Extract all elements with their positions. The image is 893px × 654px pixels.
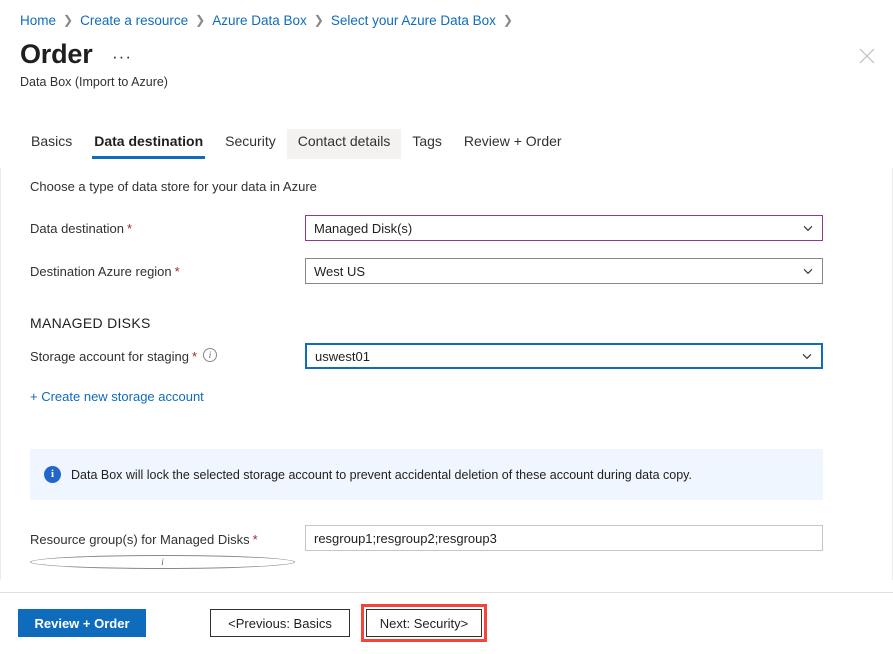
tab-label: Basics <box>31 133 72 149</box>
required-indicator: * <box>175 263 180 281</box>
page-title: Order <box>20 37 93 71</box>
resource-groups-input[interactable]: resgroup1;resgroup2;resgroup3 <box>305 525 823 551</box>
tab-label: Data destination <box>94 133 203 149</box>
wizard-tabs: Basics Data destination Security Contact… <box>20 129 573 161</box>
chevron-down-icon <box>801 350 813 362</box>
next-security-button[interactable]: Next: Security> <box>366 609 482 637</box>
storage-account-dropdown[interactable]: uswest01 <box>305 343 823 369</box>
tab-label: Contact details <box>298 133 391 149</box>
info-icon[interactable]: i <box>203 348 217 362</box>
azure-portal-blade: Home ❯ Create a resource ❯ Azure Data Bo… <box>0 0 893 654</box>
breadcrumb-item-select-your-azure-data-box[interactable]: Select your Azure Data Box <box>331 13 496 28</box>
dropdown-value: uswest01 <box>315 349 797 364</box>
field-label-text: Data destination <box>30 220 124 238</box>
breadcrumb-item-home[interactable]: Home <box>20 13 56 28</box>
field-label-text: Resource group(s) for Managed Disks <box>30 531 250 549</box>
required-indicator: * <box>127 220 132 238</box>
tab-data-destination[interactable]: Data destination <box>83 129 214 159</box>
tab-security[interactable]: Security <box>214 129 287 159</box>
dropdown-value: West US <box>314 264 798 279</box>
info-icon[interactable]: i <box>30 555 295 569</box>
label-data-destination: Data destination * <box>30 220 132 238</box>
tab-review-order[interactable]: Review + Order <box>453 129 573 159</box>
tab-label: Review + Order <box>464 133 562 149</box>
review-order-button[interactable]: Review + Order <box>18 609 146 637</box>
tab-basics[interactable]: Basics <box>20 129 83 159</box>
previous-basics-button[interactable]: <Previous: Basics <box>210 609 350 637</box>
input-value: resgroup1;resgroup2;resgroup3 <box>314 531 814 546</box>
label-destination-azure-region: Destination Azure region * <box>30 263 180 281</box>
tab-contact-details[interactable]: Contact details <box>287 129 402 159</box>
field-label-text: Destination Azure region <box>30 263 172 281</box>
breadcrumb-separator-icon: ❯ <box>503 14 513 26</box>
destination-azure-region-dropdown[interactable]: West US <box>305 258 823 284</box>
more-options-button[interactable]: ··· <box>112 50 132 64</box>
breadcrumb-item-create-a-resource[interactable]: Create a resource <box>80 13 188 28</box>
tab-label: Security <box>225 133 276 149</box>
tab-label: Tags <box>412 133 442 149</box>
dropdown-value: Managed Disk(s) <box>314 221 798 236</box>
breadcrumb-item-azure-data-box[interactable]: Azure Data Box <box>212 13 307 28</box>
info-icon: i <box>44 466 61 483</box>
field-label-text: Storage account for staging <box>30 348 189 366</box>
info-banner: i Data Box will lock the selected storag… <box>30 449 823 500</box>
close-icon[interactable] <box>855 44 879 68</box>
breadcrumb-separator-icon: ❯ <box>195 14 205 26</box>
breadcrumb-separator-icon: ❯ <box>63 14 73 26</box>
form-help-text: Choose a type of data store for your dat… <box>30 179 317 194</box>
create-new-storage-account-link[interactable]: + Create new storage account <box>30 389 204 404</box>
page-subtitle: Data Box (Import to Azure) <box>20 75 168 89</box>
label-storage-account-for-staging: Storage account for staging * i <box>30 348 217 366</box>
required-indicator: * <box>192 348 197 366</box>
info-banner-text: Data Box will lock the selected storage … <box>71 468 692 482</box>
breadcrumb-separator-icon: ❯ <box>314 14 324 26</box>
section-header-managed-disks: MANAGED DISKS <box>30 315 151 331</box>
chevron-down-icon <box>802 265 814 277</box>
tab-tags[interactable]: Tags <box>401 129 453 159</box>
required-indicator: * <box>253 531 258 549</box>
data-destination-dropdown[interactable]: Managed Disk(s) <box>305 215 823 241</box>
breadcrumb: Home ❯ Create a resource ❯ Azure Data Bo… <box>20 10 520 30</box>
form-content-panel: Choose a type of data store for your dat… <box>0 168 893 580</box>
chevron-down-icon <box>802 222 814 234</box>
label-resource-groups-for-managed-disks: Resource group(s) for Managed Disks * i <box>30 531 295 569</box>
